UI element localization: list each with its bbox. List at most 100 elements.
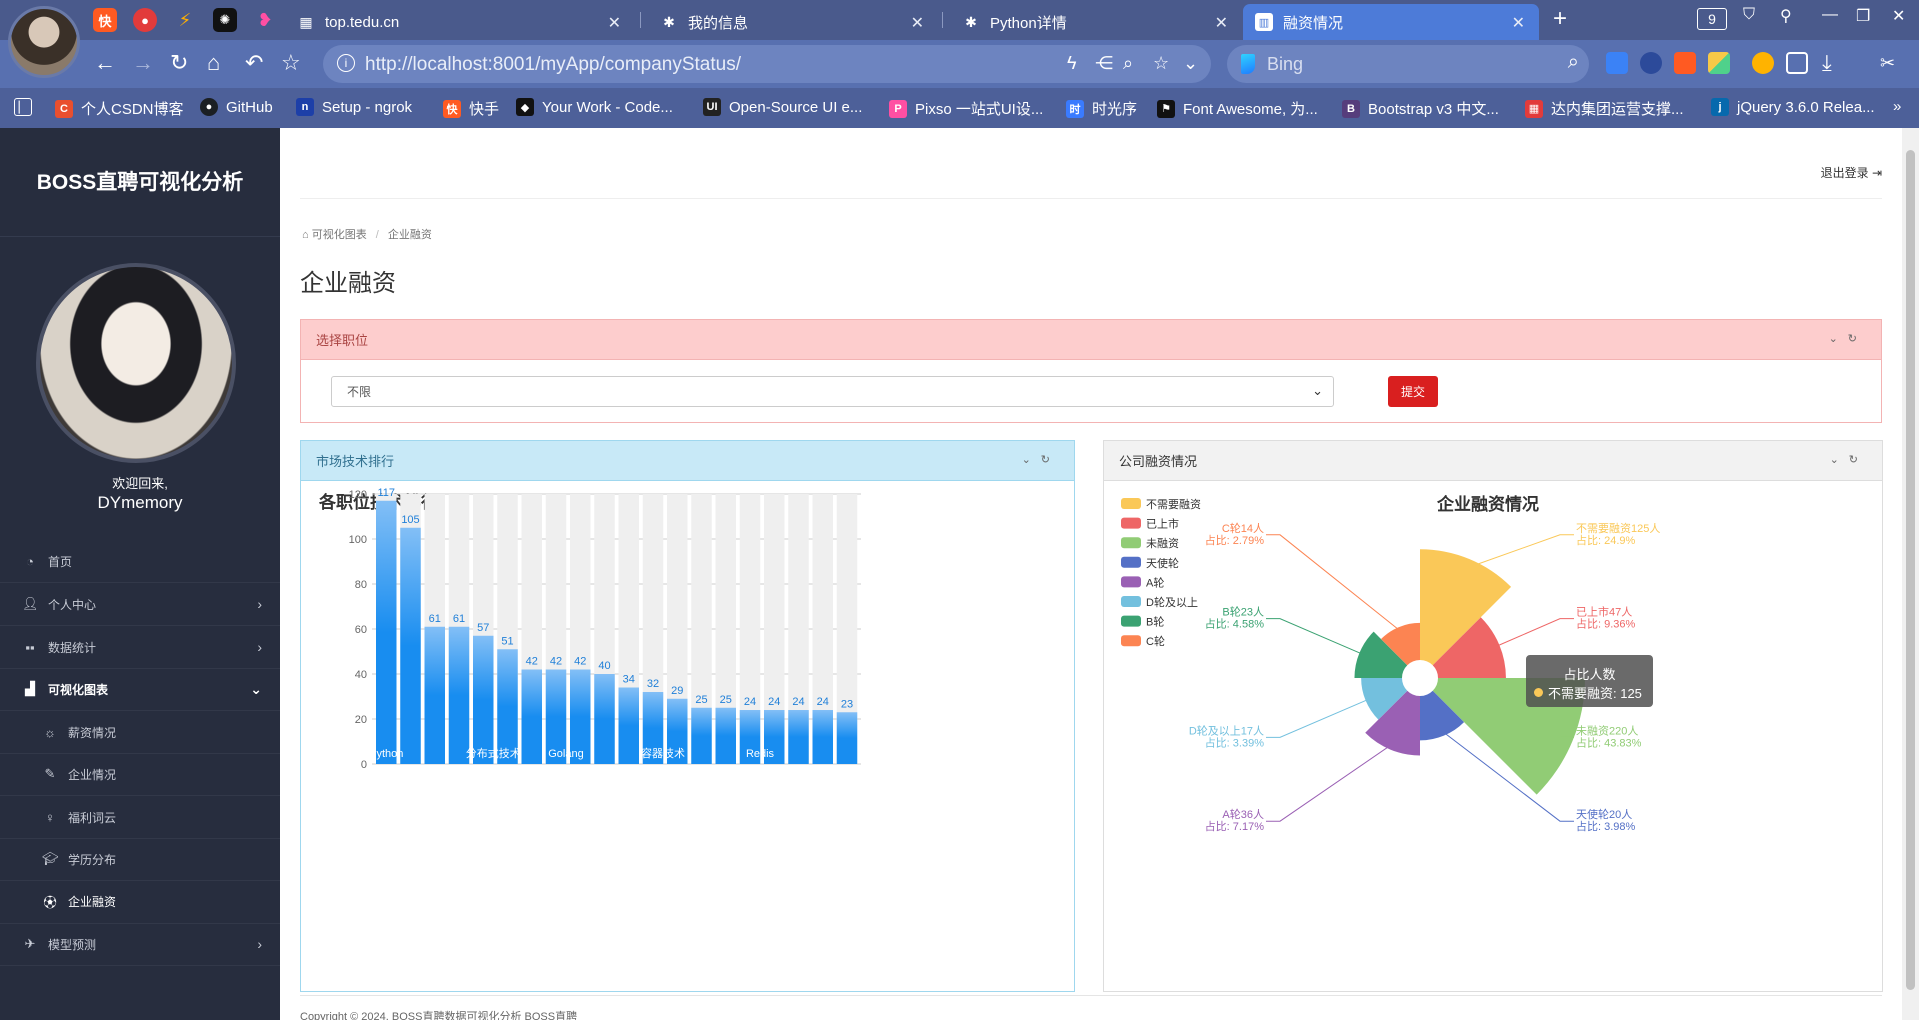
search-bar[interactable]: ⌕ <box>1227 45 1589 83</box>
scrollbar[interactable] <box>1902 128 1919 1020</box>
bookmark-kuaishou[interactable]: 快快手 <box>443 98 499 119</box>
search-icon[interactable]: ⌕ <box>1568 51 1579 74</box>
close-window-icon[interactable]: ✕ <box>1892 6 1905 26</box>
bookmark-open-source-ui[interactable]: UI Open-Source UI e... <box>703 98 862 116</box>
legend-label[interactable]: 天使轮 <box>1146 556 1179 570</box>
sidebar-item-salary[interactable]: ☼ 薪资情况 <box>0 711 280 753</box>
extension-percent-icon[interactable] <box>1674 52 1696 74</box>
job-select[interactable]: 不限 ⌄ <box>331 376 1334 407</box>
brand-title[interactable]: BOSS直聘可视化分析 <box>0 166 280 196</box>
bar[interactable] <box>376 500 397 764</box>
bookmark-github[interactable]: ● GitHub <box>200 98 273 116</box>
bookmark-ngrok[interactable]: n Setup - ngrok <box>296 98 412 116</box>
bar[interactable] <box>715 707 737 764</box>
more-bookmarks-icon[interactable]: » <box>1893 98 1901 115</box>
legend-swatch[interactable] <box>1121 576 1141 588</box>
logout-link[interactable]: 退出登录 ⇥ <box>1821 164 1882 181</box>
sidebar-item-charts[interactable]: ▟ 可视化图表 ⌄ <box>0 668 280 710</box>
undo-icon[interactable]: ↶ <box>245 51 263 75</box>
legend-swatch[interactable] <box>1121 537 1141 549</box>
bar[interactable] <box>618 687 640 765</box>
legend-swatch[interactable] <box>1121 596 1141 607</box>
shirt-icon[interactable]: ⛉ <box>1743 6 1755 24</box>
tab-my-info[interactable]: ✱ 我的信息 ✕ <box>648 4 938 40</box>
extension-eye-icon[interactable] <box>1640 52 1662 74</box>
sidebar-item-prediction[interactable]: ✈ 模型预测 › <box>0 923 280 965</box>
bar[interactable] <box>788 710 809 764</box>
submit-button[interactable]: 提交 <box>1388 376 1438 407</box>
address-bar[interactable]: i http://localhost:8001/myApp/companySta… <box>323 45 1211 83</box>
pinned-tab-lightning[interactable]: ⚡ <box>173 8 197 32</box>
tab-python-detail[interactable]: ✱ Python详情 ✕ <box>950 4 1242 40</box>
collapse-icon[interactable]: ⌄ <box>1022 454 1041 466</box>
collapse-icon[interactable]: ⌄ <box>1830 454 1849 466</box>
restore-icon[interactable]: ❐ <box>1856 6 1870 26</box>
pinned-tab-pixso[interactable]: ❥ <box>253 8 277 32</box>
legend-swatch[interactable] <box>1121 556 1141 568</box>
sidebar-item-financing[interactable]: ⚽︎ 企业融资 <box>0 880 280 922</box>
info-icon[interactable]: i <box>337 54 355 72</box>
chevron-down-icon[interactable]: ⌄ <box>1183 53 1198 74</box>
bookmark-csdn[interactable]: C 个人CSDN博客 <box>55 98 184 119</box>
screenshot-icon[interactable] <box>1786 52 1808 74</box>
close-icon[interactable]: ✕ <box>608 13 621 33</box>
bar[interactable] <box>691 707 712 764</box>
download-icon[interactable]: ⤓ <box>1822 51 1832 75</box>
collapse-icon[interactable]: ⌄ <box>1829 333 1848 345</box>
new-tab-button[interactable]: + <box>1553 5 1567 33</box>
legend-label[interactable]: B轮 <box>1146 615 1164 629</box>
tab-financing-active[interactable]: ▥ 融资情况 ✕ <box>1243 4 1539 40</box>
search-input[interactable] <box>1267 51 1537 77</box>
bookmark-star-icon[interactable]: ☆ <box>1153 53 1169 74</box>
tab-top-tedu[interactable]: ▦ top.tedu.cn ✕ <box>285 4 635 40</box>
bookmark-jquery[interactable]: j jQuery 3.6.0 Relea... <box>1711 98 1875 116</box>
close-icon[interactable]: ✕ <box>911 13 924 33</box>
bookmark-pixso[interactable]: P Pixso 一站式UI设... <box>889 98 1043 119</box>
legend-label[interactable]: 不需要融资 <box>1146 498 1201 511</box>
legend-label[interactable]: A轮 <box>1146 575 1164 589</box>
sidebar-item-statistics[interactable]: ▪▪ 数据统计 › <box>0 626 280 668</box>
scissors-icon[interactable]: ✂ <box>1880 51 1895 75</box>
refresh-icon[interactable]: ↻ <box>1848 333 1867 345</box>
bookmark-font-awesome[interactable]: ⚑ Font Awesome, 为... <box>1157 98 1318 119</box>
bar[interactable] <box>836 712 858 764</box>
back-icon[interactable]: ← <box>94 51 116 75</box>
close-icon[interactable]: ✕ <box>1512 13 1525 33</box>
bar[interactable] <box>424 626 446 764</box>
breadcrumb-link[interactable]: 可视化图表 <box>312 229 367 241</box>
legend-swatch[interactable] <box>1121 615 1141 627</box>
sidebar-item-companies[interactable]: ✎ 企业情况 <box>0 753 280 795</box>
forward-icon[interactable]: → <box>132 51 154 75</box>
legend-swatch[interactable] <box>1121 635 1141 647</box>
pinned-tab-record[interactable]: ● <box>133 8 157 32</box>
tab-count-button[interactable]: 9 <box>1697 8 1727 30</box>
sidebar-toggle-icon[interactable]: ▏ <box>14 98 40 116</box>
refresh-icon[interactable]: ↻ <box>1041 454 1060 466</box>
bar[interactable] <box>473 635 494 764</box>
bar[interactable] <box>497 649 518 764</box>
reload-icon[interactable]: ↻ <box>170 51 188 75</box>
legend-label[interactable]: 已上市 <box>1146 517 1179 531</box>
legend-label[interactable]: C轮 <box>1146 634 1165 648</box>
minimize-icon[interactable]: — <box>1822 6 1838 24</box>
lightning-icon[interactable]: ϟ <box>1067 53 1077 74</box>
url-text[interactable]: http://localhost:8001/myApp/companyStatu… <box>365 54 741 76</box>
sidebar-item-education[interactable]: 🎓︎ 学历分布 <box>0 838 280 880</box>
legend-swatch[interactable] <box>1121 517 1141 529</box>
sidebar-item-profile[interactable]: 👤︎ 个人中心 › <box>0 583 280 625</box>
bar[interactable] <box>400 527 421 764</box>
sidebar-item-wordcloud[interactable]: ♀ 福利词云 <box>0 796 280 838</box>
pinned-tab-kuaishou[interactable]: 快 <box>93 8 117 32</box>
bookmark-tarena[interactable]: ▦ 达内集团运营支撑... <box>1525 98 1684 119</box>
bar[interactable] <box>521 669 543 765</box>
sidebar-item-home[interactable]: ◔ 首页 <box>0 540 280 582</box>
extension-grid-icon[interactable] <box>1708 52 1730 74</box>
bar[interactable] <box>594 674 615 764</box>
zoom-icon[interactable]: ⌕ <box>1123 53 1133 74</box>
translate-icon[interactable] <box>1606 52 1628 74</box>
home-icon[interactable]: ⌂ <box>302 229 312 241</box>
legend-swatch[interactable] <box>1121 498 1141 509</box>
pinned-tab-openai[interactable]: ✺ <box>213 8 237 32</box>
bookmark-bootstrap[interactable]: B Bootstrap v3 中文... <box>1342 98 1499 119</box>
bookmark-codepen[interactable]: ◆ Your Work - Code... <box>516 98 673 116</box>
